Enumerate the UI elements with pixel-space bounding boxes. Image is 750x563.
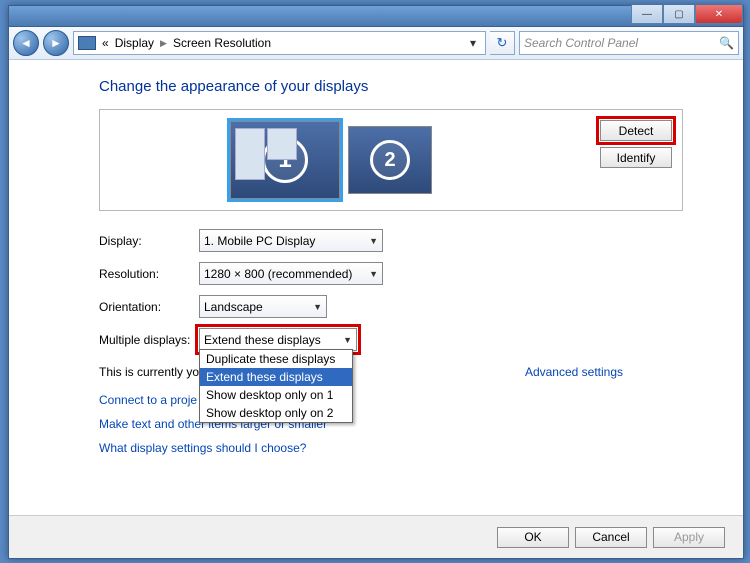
orientation-select[interactable]: Landscape ▼ bbox=[199, 295, 327, 318]
breadcrumb-prefix: « bbox=[102, 36, 109, 50]
connect-projector-link[interactable]: Connect to a proje bbox=[99, 393, 197, 407]
address-bar[interactable]: « Display ▶ Screen Resolution ▾ bbox=[73, 31, 486, 55]
window-thumb bbox=[235, 128, 265, 180]
footer: OK Cancel Apply bbox=[9, 515, 743, 558]
breadcrumb-display[interactable]: Display bbox=[115, 36, 154, 50]
titlebar: — ▢ ✕ bbox=[9, 6, 743, 27]
display-preview: 1 2 Detect Identify bbox=[99, 109, 683, 211]
minimize-button[interactable]: — bbox=[631, 5, 663, 24]
what-settings-link[interactable]: What display settings should I choose? bbox=[99, 441, 306, 455]
option-only-1[interactable]: Show desktop only on 1 bbox=[200, 386, 352, 404]
option-only-2[interactable]: Show desktop only on 2 bbox=[200, 404, 352, 422]
display-select[interactable]: 1. Mobile PC Display ▼ bbox=[199, 229, 383, 252]
breadcrumb-sep-icon: ▶ bbox=[160, 38, 167, 49]
back-button[interactable]: ◄ bbox=[13, 30, 39, 56]
display-label: Display: bbox=[99, 234, 199, 248]
display-icon bbox=[78, 36, 96, 50]
resolution-select[interactable]: 1280 × 800 (recommended) ▼ bbox=[199, 262, 383, 285]
multiple-displays-label: Multiple displays: bbox=[99, 333, 199, 347]
maximize-button[interactable]: ▢ bbox=[663, 5, 695, 24]
forward-button[interactable]: ► bbox=[43, 30, 69, 56]
cancel-button[interactable]: Cancel bbox=[575, 527, 647, 548]
page-title: Change the appearance of your displays bbox=[99, 78, 683, 95]
option-extend[interactable]: Extend these displays bbox=[200, 368, 352, 386]
search-placeholder: Search Control Panel bbox=[524, 36, 638, 50]
advanced-settings-link[interactable]: Advanced settings bbox=[525, 365, 623, 379]
resolution-label: Resolution: bbox=[99, 267, 199, 281]
chevron-down-icon: ▼ bbox=[369, 236, 378, 246]
search-icon: 🔍 bbox=[719, 36, 734, 50]
breadcrumb-screen-resolution[interactable]: Screen Resolution bbox=[173, 36, 271, 50]
apply-button[interactable]: Apply bbox=[653, 527, 725, 548]
detect-button[interactable]: Detect bbox=[600, 120, 672, 141]
search-input[interactable]: Search Control Panel 🔍 bbox=[519, 31, 739, 55]
close-button[interactable]: ✕ bbox=[695, 5, 743, 24]
chevron-down-icon: ▼ bbox=[313, 302, 322, 312]
multiple-displays-dropdown: Duplicate these displays Extend these di… bbox=[199, 349, 353, 423]
monitor-number: 2 bbox=[370, 140, 410, 180]
option-duplicate[interactable]: Duplicate these displays bbox=[200, 350, 352, 368]
identify-button[interactable]: Identify bbox=[600, 147, 672, 168]
screen-resolution-window: — ▢ ✕ ◄ ► « Display ▶ Screen Resolution … bbox=[8, 5, 744, 559]
chevron-down-icon: ▼ bbox=[343, 335, 352, 345]
navigation-bar: ◄ ► « Display ▶ Screen Resolution ▾ ↻ Se… bbox=[9, 27, 743, 60]
ok-button[interactable]: OK bbox=[497, 527, 569, 548]
multiple-displays-select[interactable]: Extend these displays ▼ bbox=[199, 328, 357, 351]
address-dropdown-icon[interactable]: ▾ bbox=[465, 36, 481, 50]
monitor-1[interactable]: 1 bbox=[230, 121, 340, 199]
window-thumb bbox=[267, 128, 297, 160]
main-display-text: This is currently yo bbox=[99, 365, 199, 379]
orientation-label: Orientation: bbox=[99, 300, 199, 314]
refresh-button[interactable]: ↻ bbox=[490, 31, 515, 55]
chevron-down-icon: ▼ bbox=[369, 269, 378, 279]
monitor-2[interactable]: 2 bbox=[348, 126, 432, 194]
